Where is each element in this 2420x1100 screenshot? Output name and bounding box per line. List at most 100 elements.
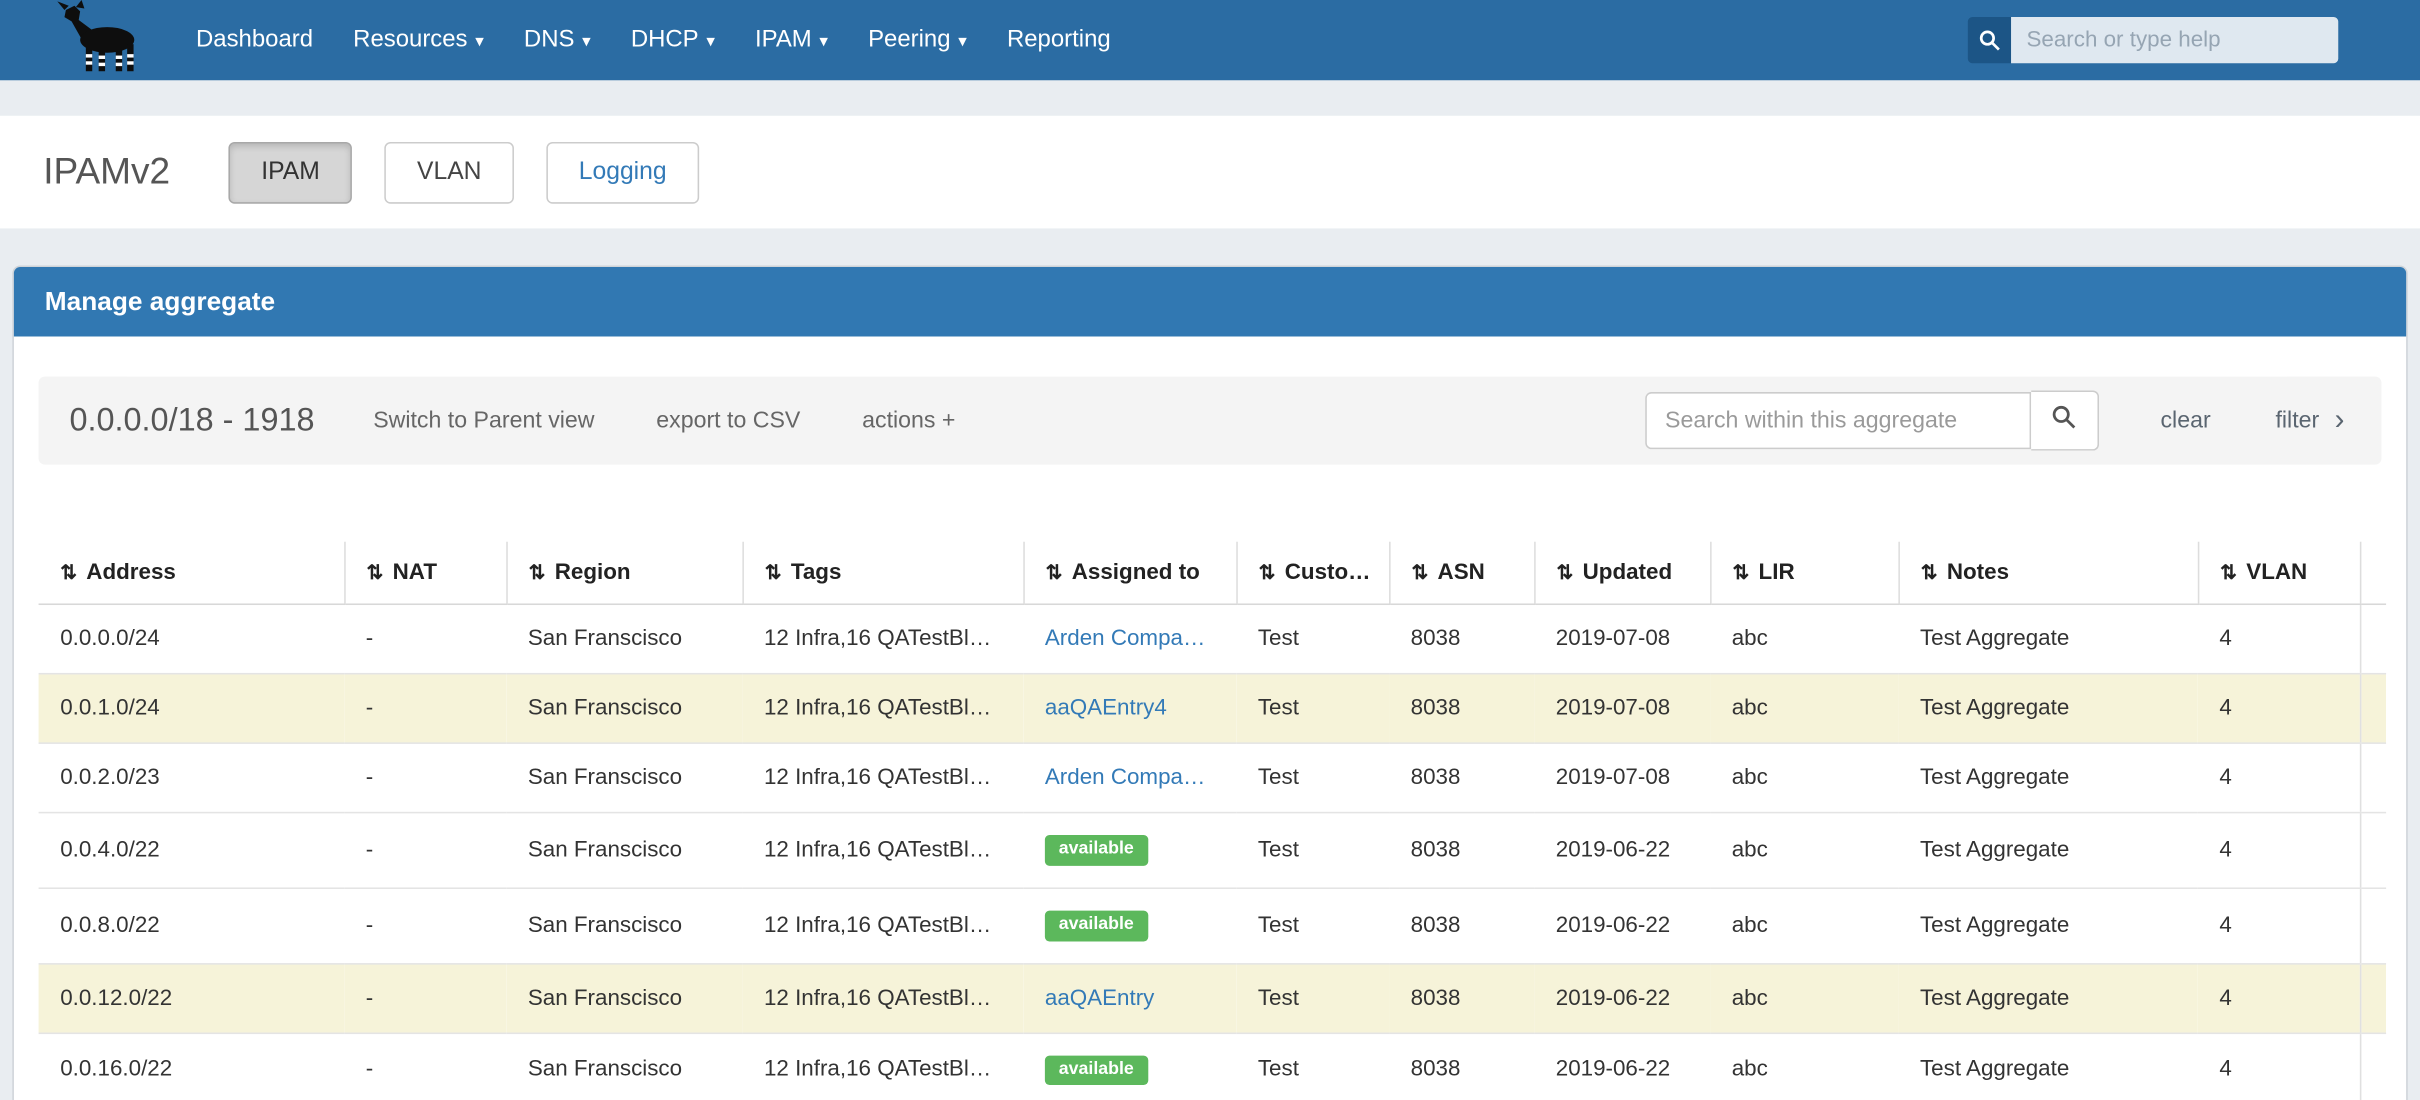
cell-nat: - xyxy=(344,743,506,812)
panel-title: Manage aggregate xyxy=(14,267,2406,336)
cell-lir: abc xyxy=(1710,674,1898,743)
cell-region: San Franscisco xyxy=(506,1033,742,1100)
main-menu: Dashboard Resources▾ DNS▾ DHCP▾ IPAM▾ Pe… xyxy=(176,26,1131,54)
assigned-to-value[interactable]: Arden Compa… xyxy=(1045,766,1205,791)
manage-aggregate-panel: Manage aggregate 0.0.0.0/18 - 1918 Switc… xyxy=(12,265,2407,1100)
cell-asn: 8038 xyxy=(1389,604,1534,673)
nav-dns[interactable]: DNS▾ xyxy=(524,26,591,52)
page-header: IPAMv2 IPAM VLAN Logging xyxy=(0,116,2420,229)
cell-nat: - xyxy=(344,674,506,743)
column-header-assigned-to[interactable]: ⇅Assigned to xyxy=(1023,542,1236,605)
nav-dhcp[interactable]: DHCP▾ xyxy=(631,26,715,52)
brand-logo[interactable] xyxy=(46,2,154,79)
assigned-to-value[interactable]: aaQAEntry xyxy=(1045,986,1154,1011)
export-csv-link[interactable]: export to CSV xyxy=(656,407,800,433)
sort-icon: ⇅ xyxy=(60,560,77,583)
cell-vlan: 4 xyxy=(2198,888,2360,963)
chevron-right-icon: › xyxy=(2335,406,2345,435)
table-row: 0.0.4.0/22 - San Franscisco 12 Infra,16 … xyxy=(39,813,2387,888)
table-row: 0.0.0.0/24 - San Franscisco 12 Infra,16 … xyxy=(39,604,2387,673)
cell-updated: 2019-07-08 xyxy=(1534,604,1710,673)
column-header-tags[interactable]: ⇅Tags xyxy=(742,542,1023,605)
cell-lir: abc xyxy=(1710,1033,1898,1100)
cell-updated: 2019-06-22 xyxy=(1534,1033,1710,1100)
cell-nat: - xyxy=(344,1033,506,1100)
global-search-input[interactable] xyxy=(2011,17,2338,63)
filter-button[interactable]: filter› xyxy=(2275,406,2344,435)
availability-badge[interactable]: available xyxy=(1045,1055,1148,1086)
column-header-vlan[interactable]: ⇅VLAN xyxy=(2198,542,2360,605)
column-header-overflow xyxy=(2360,542,2386,605)
cell-overflow xyxy=(2360,963,2386,1032)
aggregate-search-button[interactable] xyxy=(2031,390,2099,450)
cell-overflow xyxy=(2360,604,2386,673)
cell-region: San Franscisco xyxy=(506,963,742,1032)
table-row: 0.0.2.0/23 - San Franscisco 12 Infra,16 … xyxy=(39,743,2387,812)
column-header-region[interactable]: ⇅Region xyxy=(506,542,742,605)
search-icon xyxy=(2052,404,2077,436)
cell-notes: Test Aggregate xyxy=(1898,674,2197,743)
column-header-nat[interactable]: ⇅NAT xyxy=(344,542,506,605)
aggregate-toolbar: 0.0.0.0/18 - 1918 Switch to Parent view … xyxy=(39,377,2382,465)
cell-customer: Test xyxy=(1236,963,1389,1032)
caret-down-icon: ▾ xyxy=(582,32,591,51)
assigned-to-value[interactable]: aaQAEntry4 xyxy=(1045,696,1167,721)
availability-badge[interactable]: available xyxy=(1045,835,1148,866)
cell-updated: 2019-07-08 xyxy=(1534,743,1710,812)
cell-overflow xyxy=(2360,888,2386,963)
cell-asn: 8038 xyxy=(1389,1033,1534,1100)
cell-assigned-to: available xyxy=(1023,1033,1236,1100)
global-search xyxy=(1968,17,2338,63)
aggregate-search-input[interactable] xyxy=(1645,392,2031,449)
nav-dashboard[interactable]: Dashboard xyxy=(196,26,313,52)
availability-badge[interactable]: available xyxy=(1045,910,1148,941)
column-header-address[interactable]: ⇅Address xyxy=(39,542,345,605)
nav-peering[interactable]: Peering▾ xyxy=(868,26,967,52)
tab-logging[interactable]: Logging xyxy=(546,141,699,203)
column-header-updated[interactable]: ⇅Updated xyxy=(1534,542,1710,605)
cell-customer: Test xyxy=(1236,674,1389,743)
column-header-lir[interactable]: ⇅LIR xyxy=(1710,542,1898,605)
column-header-customer[interactable]: ⇅Custo… xyxy=(1236,542,1389,605)
sort-icon: ⇅ xyxy=(2220,560,2237,583)
cell-region: San Franscisco xyxy=(506,604,742,673)
cell-customer: Test xyxy=(1236,888,1389,963)
nav-resources[interactable]: Resources▾ xyxy=(353,26,484,52)
switch-parent-view-link[interactable]: Switch to Parent view xyxy=(373,407,594,433)
cell-region: San Franscisco xyxy=(506,743,742,812)
column-header-notes[interactable]: ⇅Notes xyxy=(1898,542,2197,605)
cell-nat: - xyxy=(344,604,506,673)
table-row: 0.0.1.0/24 - San Franscisco 12 Infra,16 … xyxy=(39,674,2387,743)
actions-menu[interactable]: actions + xyxy=(862,407,955,433)
cell-customer: Test xyxy=(1236,1033,1389,1100)
cell-vlan: 4 xyxy=(2198,604,2360,673)
nav-ipam[interactable]: IPAM▾ xyxy=(755,26,828,52)
cell-asn: 8038 xyxy=(1389,743,1534,812)
caret-down-icon: ▾ xyxy=(958,32,967,51)
aggregate-label: 0.0.0.0/18 - 1918 xyxy=(69,402,314,439)
cell-tags: 12 Infra,16 QATestBl… xyxy=(742,963,1023,1032)
table-header-row: ⇅Address ⇅NAT ⇅Region ⇅Tags ⇅Assigned to… xyxy=(39,542,2387,605)
cell-tags: 12 Infra,16 QATestBl… xyxy=(742,604,1023,673)
cell-updated: 2019-06-22 xyxy=(1534,888,1710,963)
table-row: 0.0.8.0/22 - San Franscisco 12 Infra,16 … xyxy=(39,888,2387,963)
cell-overflow xyxy=(2360,1033,2386,1100)
sort-icon: ⇅ xyxy=(1411,560,1428,583)
cell-updated: 2019-07-08 xyxy=(1534,674,1710,743)
cell-vlan: 4 xyxy=(2198,743,2360,812)
nav-reporting[interactable]: Reporting xyxy=(1007,26,1111,52)
cell-lir: abc xyxy=(1710,743,1898,812)
app-viewport: Dashboard Resources▾ DNS▾ DHCP▾ IPAM▾ Pe… xyxy=(0,0,2420,1100)
cell-address: 0.0.1.0/24 xyxy=(39,674,345,743)
assigned-to-value[interactable]: Arden Compa… xyxy=(1045,627,1205,652)
cell-lir: abc xyxy=(1710,963,1898,1032)
tab-vlan[interactable]: VLAN xyxy=(385,141,514,203)
column-header-asn[interactable]: ⇅ASN xyxy=(1389,542,1534,605)
tab-ipam[interactable]: IPAM xyxy=(229,141,352,203)
cell-lir: abc xyxy=(1710,813,1898,888)
cell-address: 0.0.4.0/22 xyxy=(39,813,345,888)
cell-tags: 12 Infra,16 QATestBl… xyxy=(742,1033,1023,1100)
search-icon[interactable] xyxy=(1968,17,2011,63)
clear-button[interactable]: clear xyxy=(2160,407,2210,433)
sort-icon: ⇅ xyxy=(1732,560,1749,583)
